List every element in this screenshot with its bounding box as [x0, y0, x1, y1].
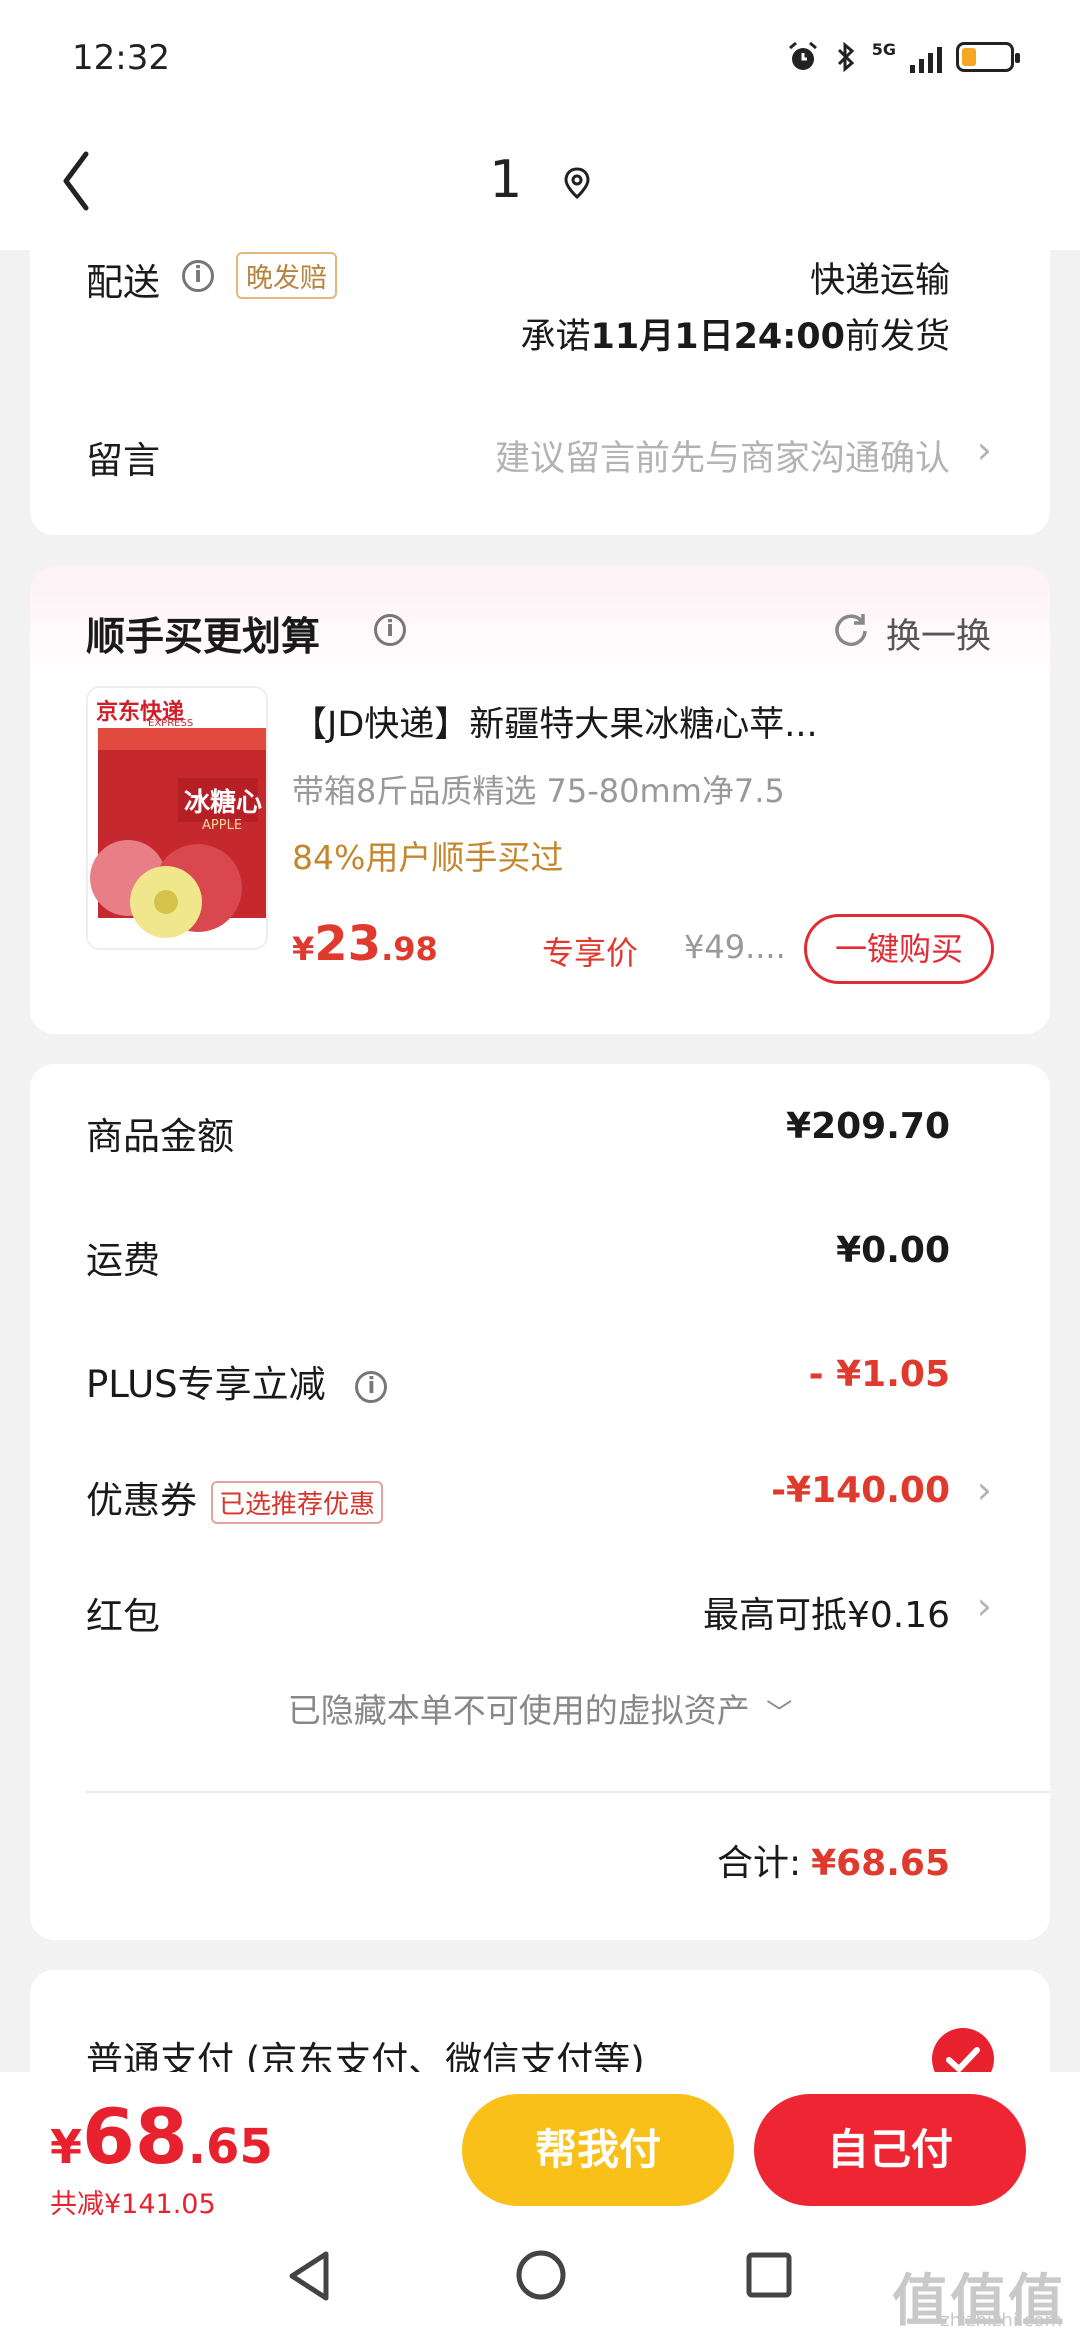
- price-decimal: .98: [381, 930, 438, 968]
- recommend-card: 顺手买更划算 i 换一换 京东快递 EXPRESS 冰糖心 APPLE 【JD快…: [30, 566, 1050, 1034]
- bottom-action-bar: ¥68.65 共减¥141.05 帮我付 自己付: [0, 2072, 1080, 2220]
- coupon-text: 优惠券: [86, 1479, 197, 1522]
- help-me-pay-button[interactable]: 帮我付: [462, 2094, 734, 2206]
- alarm-icon: [788, 41, 817, 70]
- pay-myself-button[interactable]: 自己付: [754, 2094, 1026, 2206]
- shipping-label: 运费: [86, 1239, 160, 1282]
- thumb-brand-sub: EXPRESS: [148, 718, 194, 729]
- watermark-url: zhizhizhi.com: [940, 2310, 1062, 2331]
- coupon-label[interactable]: 优惠券 已选推荐优惠: [86, 1470, 384, 1524]
- payable-symbol: ¥: [50, 2120, 83, 2174]
- info-icon[interactable]: i: [182, 260, 214, 292]
- exclusive-price-label: 专享价: [542, 934, 639, 972]
- delivery-card: 配送 i 晚发赔 快递运输 承诺11月1日24:00前发货 留言 建议留言前先与…: [30, 230, 1050, 535]
- total-label: 合计:: [716, 1843, 802, 1884]
- coupon-value[interactable]: -¥140.00: [771, 1470, 950, 1511]
- total-value: ¥68.65: [811, 1843, 950, 1884]
- recommend-title: 顺手买更划算: [86, 615, 321, 660]
- product-price: ¥23.98: [292, 916, 438, 972]
- status-icons: 5G: [786, 40, 1020, 74]
- network-type-label: 5G: [871, 40, 896, 59]
- divider: [86, 1791, 1050, 1793]
- thumb-name: 冰糖心: [184, 788, 263, 818]
- coupon-recommended-tag: 已选推荐优惠: [211, 1481, 384, 1524]
- bluetooth-icon: [837, 41, 854, 73]
- message-input[interactable]: 建议留言前先与商家沟通确认: [495, 430, 950, 481]
- chevron-right-icon[interactable]: ›: [977, 428, 992, 472]
- delivery-label: 配送: [86, 261, 160, 304]
- nav-recents-icon[interactable]: [744, 2250, 794, 2300]
- signal-icon: [910, 41, 942, 73]
- info-icon[interactable]: i: [355, 1370, 388, 1403]
- plus-discount-value: - ¥1.05: [808, 1354, 950, 1395]
- message-label: 留言: [86, 439, 160, 482]
- refresh-icon[interactable]: [832, 610, 870, 648]
- hidden-assets-text: 已隐藏本单不可使用的虚拟资产: [287, 1691, 750, 1730]
- nav-title[interactable]: 1: [0, 150, 1080, 210]
- delivery-promise-prefix: 承诺: [520, 317, 591, 357]
- goods-amount-value: ¥209.70: [786, 1106, 950, 1147]
- shipping-value: ¥0.00: [836, 1230, 950, 1271]
- one-click-buy-button[interactable]: 一键购买: [804, 914, 994, 984]
- price-integer: 23: [314, 916, 382, 972]
- status-bar: 12:32 5G: [0, 0, 1080, 120]
- total-row: 合计: ¥68.65: [717, 1834, 950, 1886]
- total-saved: 共减¥141.05: [50, 2189, 216, 2220]
- delivery-method: 快递运输: [809, 261, 950, 301]
- thumb-name-sub: APPLE: [202, 818, 243, 833]
- product-social-proof: 84%用户顺手买过: [292, 838, 564, 877]
- battery-level: [962, 48, 976, 66]
- hidden-assets-toggle[interactable]: 已隐藏本单不可使用的虚拟资产 ﹀: [30, 1684, 1050, 1732]
- chevron-right-icon[interactable]: ›: [977, 1584, 992, 1628]
- delivery-promise: 承诺11月1日24:00前发货: [521, 308, 951, 359]
- info-icon[interactable]: i: [374, 614, 406, 646]
- original-price: ¥49....: [684, 928, 786, 966]
- chevron-down-icon: ﹀: [766, 1699, 793, 1729]
- payable-decimal: .65: [187, 2119, 273, 2175]
- red-packet-label: 红包: [86, 1595, 160, 1638]
- product-desc: 带箱8斤品质精选 75-80mm净7.5: [292, 772, 785, 810]
- battery-icon: [956, 42, 1020, 72]
- product-thumbnail[interactable]: 京东快递 EXPRESS 冰糖心 APPLE: [86, 686, 268, 950]
- nav-back-icon[interactable]: [284, 2248, 334, 2304]
- nav-home-icon[interactable]: [514, 2248, 568, 2302]
- late-compensation-tag: 晚发赔: [236, 252, 337, 299]
- delivery-promise-suffix: 前发货: [844, 317, 950, 357]
- red-packet-value[interactable]: 最高可抵¥0.16: [703, 1586, 950, 1638]
- location-pin-icon: [564, 167, 590, 200]
- status-time: 12:32: [72, 38, 170, 78]
- nav-title-text: 1: [489, 150, 523, 210]
- payable-integer: 68: [82, 2092, 188, 2181]
- chevron-right-icon[interactable]: ›: [977, 1468, 992, 1512]
- plus-discount-label: PLUS专享立减 i: [86, 1354, 388, 1408]
- price-symbol: ¥: [292, 930, 315, 968]
- order-summary-card: 商品金额 ¥209.70 运费 ¥0.00 PLUS专享立减 i - ¥1.05…: [30, 1064, 1050, 1940]
- payable-amount: ¥68.65: [50, 2092, 273, 2181]
- plus-discount-text: PLUS专享立减: [86, 1363, 326, 1406]
- refresh-button[interactable]: 换一换: [886, 608, 991, 659]
- delivery-promise-date: 11月1日24:00: [590, 317, 845, 357]
- goods-amount-label: 商品金额: [86, 1115, 234, 1158]
- product-title[interactable]: 【JD快递】新疆特大果冰糖心苹...: [292, 696, 1012, 747]
